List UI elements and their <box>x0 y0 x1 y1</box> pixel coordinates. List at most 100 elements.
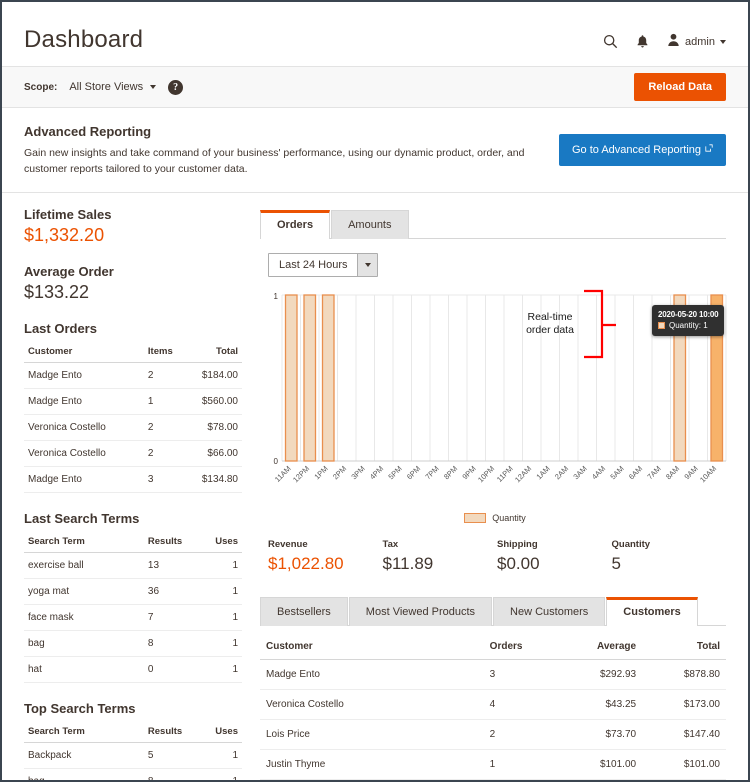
column-header: Uses <box>198 530 242 553</box>
table-row[interactable]: Backpack 5 1 <box>24 742 242 769</box>
table-row[interactable]: Madge Ento 2 $184.00 <box>24 362 242 389</box>
tab-most-viewed-products[interactable]: Most Viewed Products <box>348 596 493 626</box>
page-title: Dashboard <box>24 26 144 53</box>
tab-new-customers[interactable]: New Customers <box>493 596 606 626</box>
cell-results: 8 <box>143 630 199 657</box>
advanced-reporting-title: Advanced Reporting <box>24 124 152 139</box>
table-row[interactable]: Veronica Costello 2 $66.00 <box>24 440 242 467</box>
cell-total: $560.00 <box>191 388 242 415</box>
admin-dashboard-page: Dashboard admin Scope: All Store Views ?… <box>0 0 750 782</box>
tab-bestsellers[interactable]: Bestsellers <box>260 596 348 626</box>
annotation-line-1: Real-time <box>527 310 573 323</box>
bottom-panel: Bestsellers Most Viewed Products New Cus… <box>260 596 726 780</box>
admin-header: Dashboard admin <box>2 2 748 66</box>
reload-data-button[interactable]: Reload Data <box>634 73 726 101</box>
cell-total: $147.40 <box>642 719 726 750</box>
tab-amounts[interactable]: Amounts <box>331 209 409 239</box>
top-search-terms-table: Search Term Results Uses Backpack 5 1 bag 8… <box>24 720 242 780</box>
cell-average: $73.70 <box>558 719 643 750</box>
admin-user-menu[interactable]: admin <box>667 33 726 50</box>
table-header-row: Customer Orders Average Total <box>260 633 726 660</box>
cell-results: 36 <box>143 578 199 605</box>
column-header: Search Term <box>24 720 144 743</box>
lifetime-sales-value: $1,332.20 <box>24 224 105 245</box>
svg-text:1: 1 <box>274 292 279 301</box>
dashboard-main: Orders Amounts Last 24 Hours 1 0 11AM 12PM 1… <box>260 193 727 780</box>
go-to-advanced-reporting-button[interactable]: Go to Advanced Reporting <box>558 134 726 166</box>
table-header-row: Search Term Results Uses <box>24 720 242 743</box>
cell-results: 0 <box>143 656 199 683</box>
table-row[interactable]: bag 8 1 <box>24 768 242 780</box>
svg-text:6PM: 6PM <box>405 464 422 481</box>
table-row[interactable]: yoga mat 36 1 <box>24 578 242 605</box>
table-row[interactable]: exercise ball 13 1 <box>24 552 242 579</box>
cell-term: bag <box>24 768 144 780</box>
cell-orders: 1 <box>483 749 559 780</box>
svg-text:2PM: 2PM <box>331 464 348 481</box>
tab-customers[interactable]: Customers <box>606 596 698 626</box>
scope-select[interactable]: All Store Views <box>69 81 157 93</box>
go-to-advanced-reporting-label: Go to Advanced Reporting <box>571 144 701 156</box>
cell-results: 8 <box>143 768 199 780</box>
search-icon[interactable] <box>603 34 618 49</box>
cell-term: face mask <box>24 604 144 631</box>
cell-orders: 2 <box>483 719 559 750</box>
table-row[interactable]: bag 8 1 <box>24 630 242 657</box>
table-row[interactable]: hat 0 1 <box>24 656 242 683</box>
table-row[interactable]: Veronica Costello 4 $43.25 $173.00 <box>260 689 726 720</box>
top-search-terms-title: Top Search Terms <box>24 700 136 716</box>
cell-customer: Justin Thyme <box>260 749 484 780</box>
cell-customer: Madge Ento <box>260 659 484 690</box>
table-row[interactable]: Madge Ento 1 $560.00 <box>24 388 242 415</box>
cell-term: exercise ball <box>24 552 144 579</box>
cell-term: bag <box>24 630 144 657</box>
dashboard-sidebar: Lifetime Sales $1,332.20 Average Order $… <box>24 193 242 780</box>
cell-uses: 1 <box>198 552 242 579</box>
svg-text:11PM: 11PM <box>495 464 515 484</box>
svg-text:5AM: 5AM <box>608 464 625 481</box>
cell-items: 2 <box>143 414 192 441</box>
table-row[interactable]: Madge Ento 3 $292.93 $878.80 <box>260 659 726 690</box>
cell-customer: Veronica Costello <box>24 440 144 467</box>
total-value: $1,022.80 <box>268 553 344 573</box>
annotation-label: Real-time order data <box>514 311 586 337</box>
svg-text:0: 0 <box>274 457 279 466</box>
cell-customer: Madge Ento <box>24 388 144 415</box>
bell-icon[interactable] <box>636 34 649 49</box>
table-row[interactable]: Justin Thyme 1 $101.00 $101.00 <box>260 749 726 780</box>
cell-customer: Veronica Costello <box>24 414 144 441</box>
help-icon[interactable]: ? <box>168 79 184 95</box>
user-icon <box>667 33 680 50</box>
cell-uses: 1 <box>198 656 242 683</box>
table-row[interactable]: Veronica Costello 2 $78.00 <box>24 414 242 441</box>
svg-text:5PM: 5PM <box>386 464 403 481</box>
period-select-wrap: Last 24 Hours <box>268 252 379 277</box>
period-select[interactable]: Last 24 Hours <box>268 252 379 277</box>
svg-text:1PM: 1PM <box>312 464 329 481</box>
table-row[interactable]: Lois Price 2 $73.70 $147.40 <box>260 719 726 750</box>
cell-average: $43.25 <box>558 689 643 720</box>
svg-text:12PM: 12PM <box>291 464 311 484</box>
admin-user-label: admin <box>685 35 715 48</box>
table-row[interactable]: Madge Ento 3 $134.80 <box>24 466 242 493</box>
total-value: 5 <box>611 553 621 573</box>
svg-text:4AM: 4AM <box>590 464 607 481</box>
column-header: Orders <box>483 633 559 660</box>
advanced-reporting-description: Gain new insights and take command of yo… <box>24 147 525 176</box>
period-select-value: Last 24 Hours <box>279 258 348 271</box>
chevron-down-icon <box>720 39 726 44</box>
cell-uses: 1 <box>198 742 242 769</box>
cell-term: hat <box>24 656 144 683</box>
column-header: Uses <box>198 720 242 743</box>
total-value: $0.00 <box>497 553 540 573</box>
scope-select-value: All Store Views <box>69 81 144 93</box>
cell-items: 2 <box>143 362 192 389</box>
last-search-terms-title: Last Search Terms <box>24 510 140 526</box>
cell-total: $134.80 <box>191 466 242 493</box>
svg-text:8PM: 8PM <box>442 464 459 481</box>
orders-chart: 1 0 11AM 12PM 1PM 2PM 3PM 4PM 5PM 6PM 7PM 8PM 9PM 10P… <box>264 287 727 523</box>
tab-orders[interactable]: Orders <box>260 209 331 239</box>
total-label: Shipping <box>497 538 538 550</box>
svg-text:8AM: 8AM <box>664 464 681 481</box>
table-row[interactable]: face mask 7 1 <box>24 604 242 631</box>
